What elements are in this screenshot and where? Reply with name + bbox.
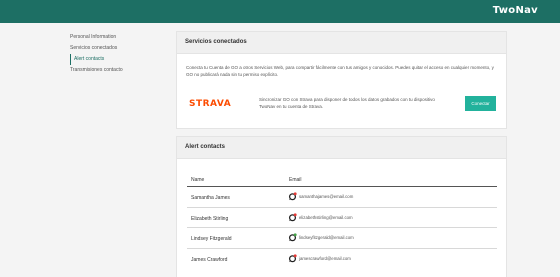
sidebar-item-alert-contacts[interactable]: Alert contacts [70, 54, 170, 65]
status-dot [293, 233, 297, 237]
whatsapp-icon[interactable] [288, 212, 297, 222]
card-title: Alert contacts [185, 144, 226, 150]
contacts-table: Name Email Samantha James samanthajames@… [187, 171, 497, 269]
whatsapp-icon[interactable] [288, 253, 297, 263]
sidebar: Personal Information Servicios conectado… [70, 32, 170, 76]
status-dot [293, 212, 297, 216]
table-row[interactable]: Elizabeth Stirling elizabethstirling@ema… [187, 208, 497, 228]
contact-email: lindseyfitzgerald@email.com [299, 235, 354, 240]
column-header-name: Name [191, 177, 205, 183]
sidebar-item-contact-transmissions[interactable]: Transmisiones contacto [70, 65, 170, 76]
strava-description: Sincronizar GO con Strava para disponer … [259, 97, 435, 109]
brand-logo[interactable]: TwoNav [493, 5, 538, 16]
card-header: Servicios conectados [177, 32, 506, 54]
strava-row: STRAVA Sincronizar GO con Strava para di… [177, 95, 506, 115]
contact-name: James Crawford [191, 256, 228, 263]
alert-contacts-card: Alert contacts Name Email Samantha James… [176, 136, 507, 277]
contact-email: elizabethstirling@email.com [299, 214, 353, 220]
status-dot [293, 253, 297, 257]
connected-services-card: Servicios conectados Conecta tu Cuenta d… [176, 31, 507, 129]
contact-name: Lindsey Fitzgerald [191, 236, 232, 242]
table-row[interactable]: Lindsey Fitzgerald lindseyfitzgerald@ema… [187, 228, 497, 249]
contact-email: jamescrawford@email.com [299, 255, 351, 261]
contact-name: Samantha James [191, 195, 230, 201]
contact-name: Elizabeth Stirling [191, 215, 229, 222]
whatsapp-icon[interactable] [288, 192, 297, 201]
strava-logo: STRAVA [189, 99, 232, 109]
sidebar-item-personal-information[interactable]: Personal Information [70, 32, 170, 43]
column-header-email: Email [289, 177, 302, 183]
sidebar-item-connected-services[interactable]: Servicios conectados [70, 43, 170, 54]
card-title: Servicios conectados [185, 39, 247, 45]
table-row[interactable]: James Crawford jamescrawford@email.com [187, 249, 497, 270]
table-header: Name Email [187, 171, 497, 187]
connect-button[interactable]: Conectar [465, 96, 496, 111]
whatsapp-icon[interactable] [288, 233, 297, 242]
services-description: Conecta tu Cuenta de GO a otros Servicio… [186, 65, 494, 77]
status-dot [293, 192, 297, 196]
table-row[interactable]: Samantha James samanthajames@email.com [187, 187, 497, 208]
card-header: Alert contacts [177, 137, 506, 159]
contact-email: samanthajames@email.com [299, 194, 354, 199]
top-bar: TwoNav [0, 0, 560, 23]
